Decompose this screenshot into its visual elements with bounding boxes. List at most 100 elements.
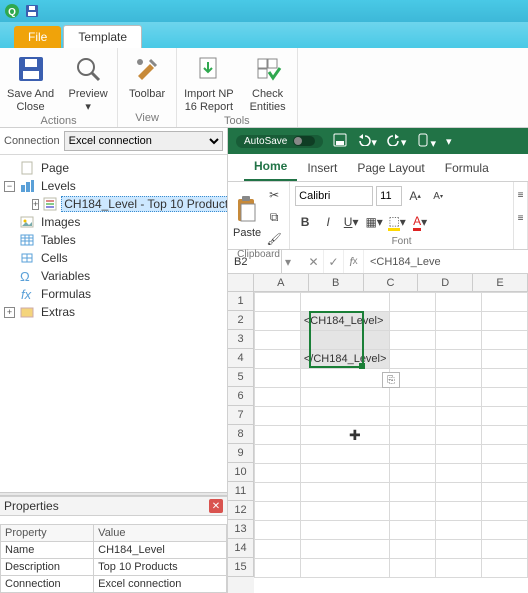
save-and-close-button[interactable]: Save And Close	[4, 51, 57, 115]
tree-formulas[interactable]: fxFormulas	[4, 285, 225, 303]
row-header[interactable]: 14	[228, 539, 254, 558]
name-box[interactable]: B2	[228, 250, 282, 273]
paste-button[interactable]: Paste	[233, 195, 261, 239]
col-header-e[interactable]: E	[473, 274, 528, 292]
tree-tables[interactable]: Tables	[4, 231, 225, 249]
row-header[interactable]: 7	[228, 406, 254, 425]
col-header-d[interactable]: D	[418, 274, 473, 292]
excel-redo-icon[interactable]: ▾	[387, 134, 407, 149]
excel-tab-home[interactable]: Home	[244, 154, 297, 181]
expand-icon[interactable]: +	[4, 307, 15, 318]
row-header[interactable]: 2	[228, 311, 254, 330]
formula-input[interactable]: <CH184_Leve	[364, 256, 528, 268]
tab-template[interactable]: Template	[63, 25, 142, 48]
prop-row-desc-key: Description	[1, 559, 94, 576]
excel-touchmode-icon[interactable]: ▾	[416, 133, 436, 150]
select-all-button[interactable]	[228, 274, 254, 292]
cell-b4[interactable]: </CH184_Level>	[300, 350, 390, 369]
font-size-input[interactable]	[376, 186, 402, 206]
excel-tab-pagelayout[interactable]: Page Layout	[347, 156, 434, 181]
properties-close-button[interactable]: ✕	[209, 499, 223, 513]
tree-variables[interactable]: ΩVariables	[4, 267, 225, 285]
formula-enter-button[interactable]: ✓	[324, 250, 344, 273]
excel-tab-formulas[interactable]: Formula	[435, 156, 499, 181]
excel-panel: AutoSave ▾ ▾ ▾ ▾ Home Insert Page Layout…	[228, 128, 528, 593]
paste-options-smarttag[interactable]: ⎘	[382, 372, 400, 388]
formula-cancel-button[interactable]: ✕	[304, 250, 324, 273]
prop-row-name-key: Name	[1, 542, 94, 559]
grow-font-button[interactable]: A▴	[405, 186, 425, 206]
row-header[interactable]: 9	[228, 444, 254, 463]
border-button[interactable]: ▦▾	[364, 212, 384, 232]
import-np-button[interactable]: Import NP 16 Report	[181, 51, 237, 115]
italic-button[interactable]: I	[318, 212, 338, 232]
properties-col-property: Property	[1, 525, 94, 542]
tab-file[interactable]: File	[14, 26, 61, 48]
row-header[interactable]: 6	[228, 387, 254, 406]
row-header[interactable]: 3	[228, 330, 254, 349]
check-entities-button[interactable]: Check Entities	[243, 51, 293, 115]
col-header-b[interactable]: B	[309, 274, 364, 292]
expand-icon[interactable]: +	[32, 199, 39, 210]
excel-tab-insert[interactable]: Insert	[297, 156, 347, 181]
cut-button[interactable]: ✂	[264, 185, 284, 205]
tree-levels[interactable]: −Levels	[4, 177, 225, 195]
prop-row-conn-key: Connection	[1, 576, 94, 593]
underline-button[interactable]: U▾	[341, 212, 361, 232]
collapse-icon[interactable]: −	[4, 181, 15, 192]
row-header[interactable]: 5	[228, 368, 254, 387]
tree-level-ch184[interactable]: +CH184_Level - Top 10 Products	[32, 195, 225, 213]
prop-row-name-val[interactable]: CH184_Level	[94, 542, 227, 559]
align-top-button[interactable]: ≡	[511, 185, 528, 205]
row-header[interactable]: 10	[228, 463, 254, 482]
shrink-font-button[interactable]: A▾	[428, 186, 448, 206]
excel-titlebar: AutoSave ▾ ▾ ▾ ▾	[228, 128, 528, 154]
row-header[interactable]: 1	[228, 292, 254, 311]
quick-save-icon[interactable]	[24, 3, 40, 19]
fill-color-button[interactable]: ⬚▾	[387, 212, 407, 232]
cell-b2[interactable]: <CH184_Level>	[300, 312, 390, 331]
properties-table: PropertyValue NameCH184_Level Descriptio…	[0, 524, 227, 593]
toolbar-icon	[131, 53, 163, 85]
align-bottom-button[interactable]: ≡	[511, 208, 528, 228]
autosave-toggle[interactable]: AutoSave	[236, 135, 323, 148]
font-color-button[interactable]: A▾	[410, 212, 430, 232]
preview-button[interactable]: Preview▾	[63, 51, 113, 115]
tree-extras[interactable]: +Extras	[4, 303, 225, 321]
excel-save-icon[interactable]	[333, 133, 347, 150]
row-header[interactable]: 8	[228, 425, 254, 444]
excel-customize-icon[interactable]: ▾	[446, 135, 452, 148]
row-header[interactable]: 4	[228, 349, 254, 368]
col-header-c[interactable]: C	[364, 274, 419, 292]
row-header[interactable]: 11	[228, 482, 254, 501]
format-painter-button[interactable]: 🖌	[264, 229, 284, 249]
tree-images[interactable]: Images	[4, 213, 225, 231]
cell-b3[interactable]	[300, 331, 390, 350]
app-ribbon: Save And Close Preview▾ Actions Toolbar …	[0, 48, 528, 128]
insert-function-button[interactable]: fx	[344, 250, 364, 273]
worksheet-grid[interactable]: A B C D E 1 2 3 4 5 6 7 8 9 10 11 12 13 …	[228, 274, 528, 593]
entity-tree[interactable]: Page −Levels +CH184_Level - Top 10 Produ…	[0, 155, 227, 492]
tree-cells[interactable]: Cells	[4, 249, 225, 267]
row-header[interactable]: 13	[228, 520, 254, 539]
import-icon	[193, 53, 225, 85]
toolbar-button[interactable]: Toolbar	[122, 51, 172, 112]
formula-bar: B2 ▾ ✕ ✓ fx <CH184_Leve	[228, 250, 528, 274]
prop-row-conn-val[interactable]: Excel connection	[94, 576, 227, 593]
bold-button[interactable]: B	[295, 212, 315, 232]
ribbon-group-tools: Tools	[181, 115, 293, 128]
svg-text:Q: Q	[8, 7, 16, 18]
copy-button[interactable]: ⧉	[264, 207, 284, 227]
font-name-input[interactable]	[295, 186, 373, 206]
tree-page[interactable]: Page	[4, 159, 225, 177]
connection-label: Connection	[4, 135, 60, 147]
col-header-a[interactable]: A	[254, 274, 309, 292]
svg-text:fx: fx	[21, 287, 32, 301]
row-header[interactable]: 15	[228, 558, 254, 577]
title-bar: Q	[0, 0, 528, 22]
prop-row-desc-val[interactable]: Top 10 Products	[94, 559, 227, 576]
connection-select[interactable]: Excel connection	[64, 131, 223, 151]
excel-undo-icon[interactable]: ▾	[357, 134, 377, 149]
row-header[interactable]: 12	[228, 501, 254, 520]
svg-text:Ω: Ω	[20, 269, 30, 283]
